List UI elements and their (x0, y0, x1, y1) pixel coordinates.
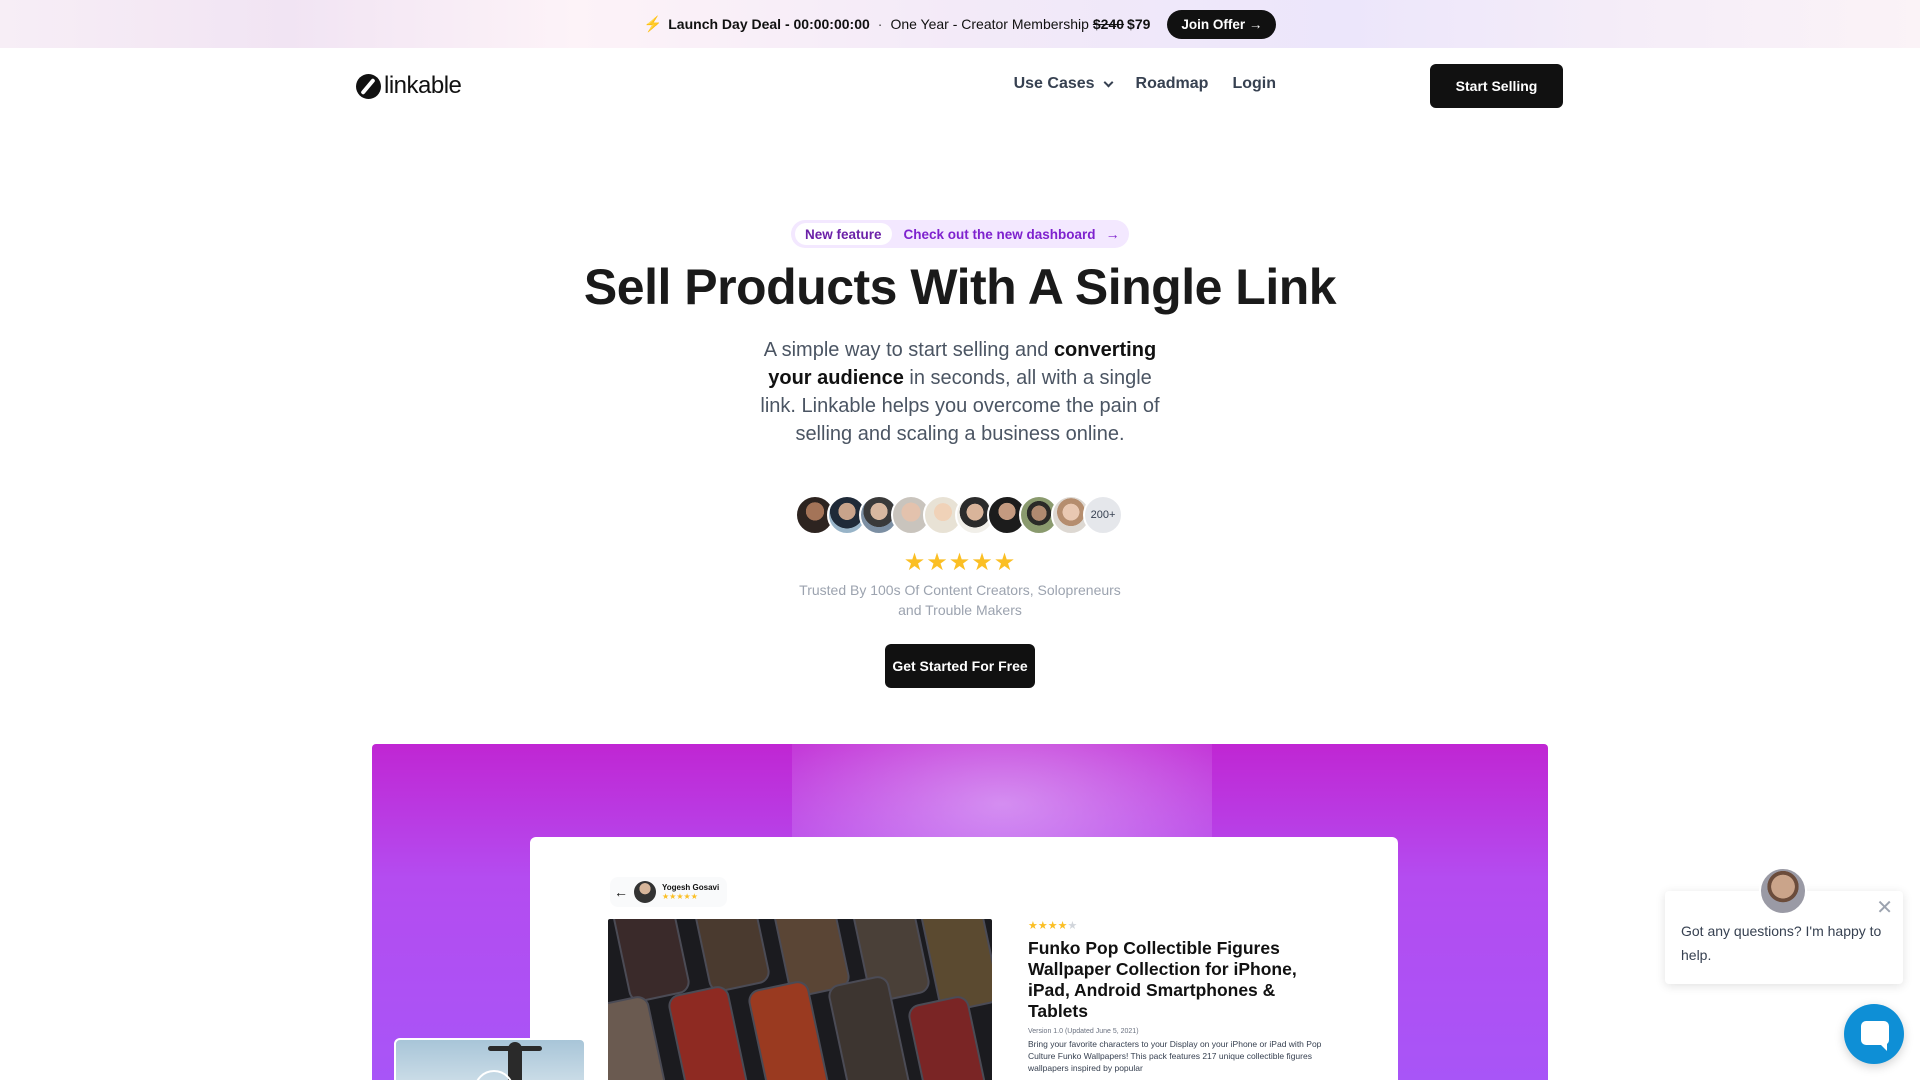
product-version: Version 1.0 (Updated June 5, 2021) (1028, 1028, 1139, 1035)
rating-stars: ★★★★★ (903, 549, 1017, 576)
announcement-bar: ⚡ Launch Day Deal - 00:00:00:00 · One Ye… (0, 0, 1920, 48)
seller-badge: ← Yogesh Gosavi ★★★★★ (610, 877, 728, 907)
chat-message: Got any questions? I'm happy to help. (1681, 923, 1882, 963)
new-feature-message: Check out the new dashboard (903, 226, 1096, 242)
phone-shape (666, 983, 752, 1080)
close-icon[interactable]: ✕ (1876, 898, 1893, 918)
nav-roadmap[interactable]: Roadmap (1136, 75, 1209, 93)
product-description: Bring your favorite characters to your D… (1028, 1039, 1322, 1073)
launch-deal-countdown: Launch Day Deal - 00:00:00:00 (668, 16, 870, 32)
phone-shape (608, 919, 692, 1005)
video-figure (508, 1042, 522, 1080)
hero-subtitle: A simple way to start selling and conver… (760, 336, 1160, 448)
seller-info: Yogesh Gosavi ★★★★★ (662, 883, 719, 901)
product-stars-empty: ★ (1067, 920, 1078, 932)
top-navigation: linkable Use Cases Roadmap Login Start S… (0, 48, 1920, 122)
phone-shape (608, 993, 672, 1080)
product-rating: ★★★★★ (1028, 919, 1328, 932)
logo-text: linkable (384, 72, 462, 99)
old-price: $240 (1092, 16, 1125, 32)
hero-title: Sell Products With A Single Link (583, 259, 1337, 315)
nav-login[interactable]: Login (1232, 75, 1276, 93)
product-preview-card: ← Yogesh Gosavi ★★★★★ ★★★★★ Funko Pop Co… (530, 837, 1398, 1080)
avatar-count: 200+ (1083, 495, 1123, 535)
chevron-down-icon (1103, 77, 1113, 87)
logo[interactable]: linkable (356, 72, 462, 100)
start-selling-button[interactable]: Start Selling (1430, 64, 1563, 108)
nav-links: Use Cases Roadmap Login (990, 75, 1276, 93)
new-feature-pill[interactable]: New feature Check out the new dashboard … (791, 220, 1129, 248)
customer-avatars: 200+ (795, 495, 1123, 535)
product-title: Funko Pop Collectible Figures Wallpaper … (1028, 938, 1297, 1021)
product-showcase: ← Yogesh Gosavi ★★★★★ ★★★★★ Funko Pop Co… (372, 744, 1548, 1080)
nav-use-cases[interactable]: Use Cases (1013, 75, 1113, 93)
seller-avatar (634, 881, 656, 903)
phone-shape (686, 919, 772, 995)
product-stars-filled: ★★★★ (1028, 920, 1068, 932)
logo-icon (356, 73, 381, 99)
video-thumbnail[interactable] (394, 1038, 586, 1080)
phone-shape (906, 993, 992, 1080)
nav-use-cases-label: Use Cases (1013, 75, 1095, 92)
back-arrow-icon[interactable]: ← (614, 884, 628, 900)
new-price: $79 (1127, 16, 1151, 32)
join-offer-button[interactable]: Join Offer → (1167, 9, 1277, 39)
lightning-icon: ⚡ (643, 16, 663, 33)
separator: · (877, 16, 883, 32)
seller-stars: ★★★★★ (662, 892, 698, 901)
arrow-right-icon: → (1105, 226, 1120, 242)
phone-shape (746, 978, 832, 1080)
chat-launcher-button[interactable] (1844, 1004, 1904, 1064)
support-avatar (1759, 867, 1807, 915)
get-started-button[interactable]: Get Started For Free (885, 644, 1035, 688)
product-details: ★★★★★ Funko Pop Collectible Figures Wall… (1028, 919, 1328, 1074)
chat-icon (1861, 1021, 1889, 1051)
product-image (608, 919, 992, 1080)
subtitle-part-1: A simple way to start selling and (763, 339, 1054, 361)
offer-text: One Year - Creator Membership (890, 16, 1089, 32)
new-feature-tag: New feature (795, 223, 892, 245)
trusted-text: Trusted By 100s Of Content Creators, Sol… (799, 582, 1121, 618)
